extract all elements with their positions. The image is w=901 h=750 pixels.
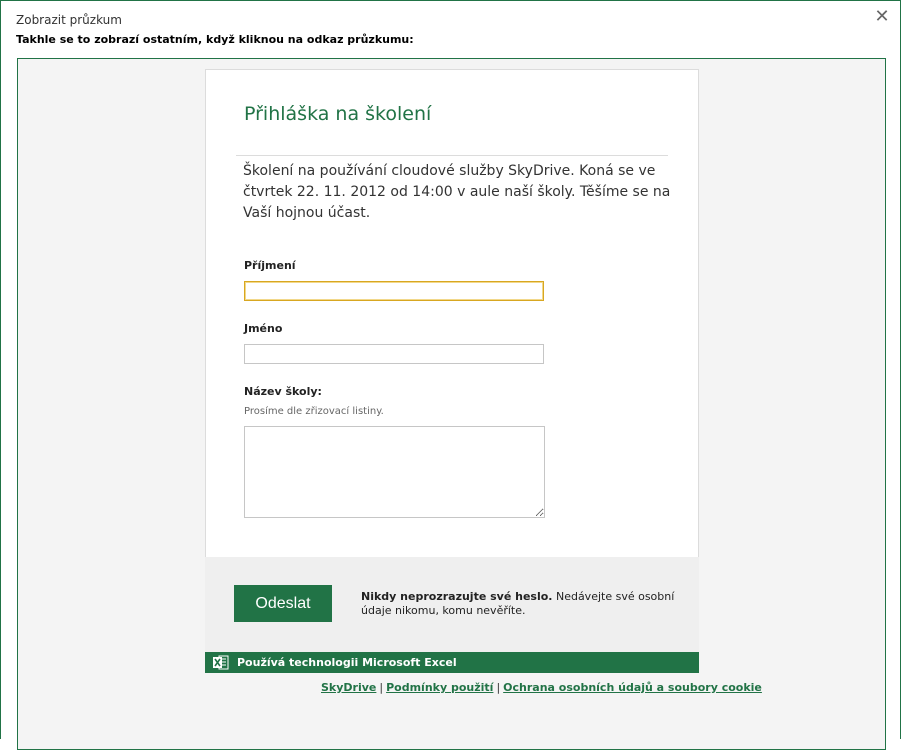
title-divider: [236, 155, 668, 156]
privacy-link[interactable]: Ochrana osobních údajů a soubory cookie: [503, 681, 762, 694]
surname-input[interactable]: [244, 281, 544, 301]
link-separator: |: [496, 681, 501, 694]
dialog-subtitle: Takhle se to zobrazí ostatním, když klik…: [16, 33, 414, 46]
dialog-title: Zobrazit průzkum: [16, 13, 122, 27]
school-name-label: Název školy:: [244, 385, 322, 398]
close-icon[interactable]: ✕: [873, 8, 891, 26]
excel-powered-bar: Používá technologii Microsoft Excel: [205, 652, 699, 673]
password-warning-bold: Nikdy neprozrazujte své heslo.: [361, 590, 553, 603]
school-name-textarea[interactable]: [244, 426, 545, 518]
survey-description: Školení na používání cloudové služby Sky…: [243, 163, 671, 221]
submit-button[interactable]: Odeslat: [234, 585, 332, 622]
firstname-input[interactable]: [244, 344, 544, 364]
surname-label: Příjmení: [244, 259, 296, 272]
password-warning: Nikdy neprozrazujte své heslo. Nedávejte…: [361, 590, 681, 618]
footer-links: SkyDrive | Podmínky použití | Ochrana osobní…: [321, 681, 762, 694]
firstname-label: Jméno: [244, 322, 283, 335]
link-separator: |: [379, 681, 384, 694]
excel-icon: [213, 655, 229, 670]
terms-link[interactable]: Podmínky použití: [386, 681, 493, 694]
survey-title: Přihláška na školení: [244, 103, 432, 125]
school-name-hint: Prosíme dle zřizovací listiny.: [244, 406, 384, 417]
skydrive-link[interactable]: SkyDrive: [321, 681, 376, 694]
powered-by-label: Používá technologii Microsoft Excel: [237, 656, 457, 669]
